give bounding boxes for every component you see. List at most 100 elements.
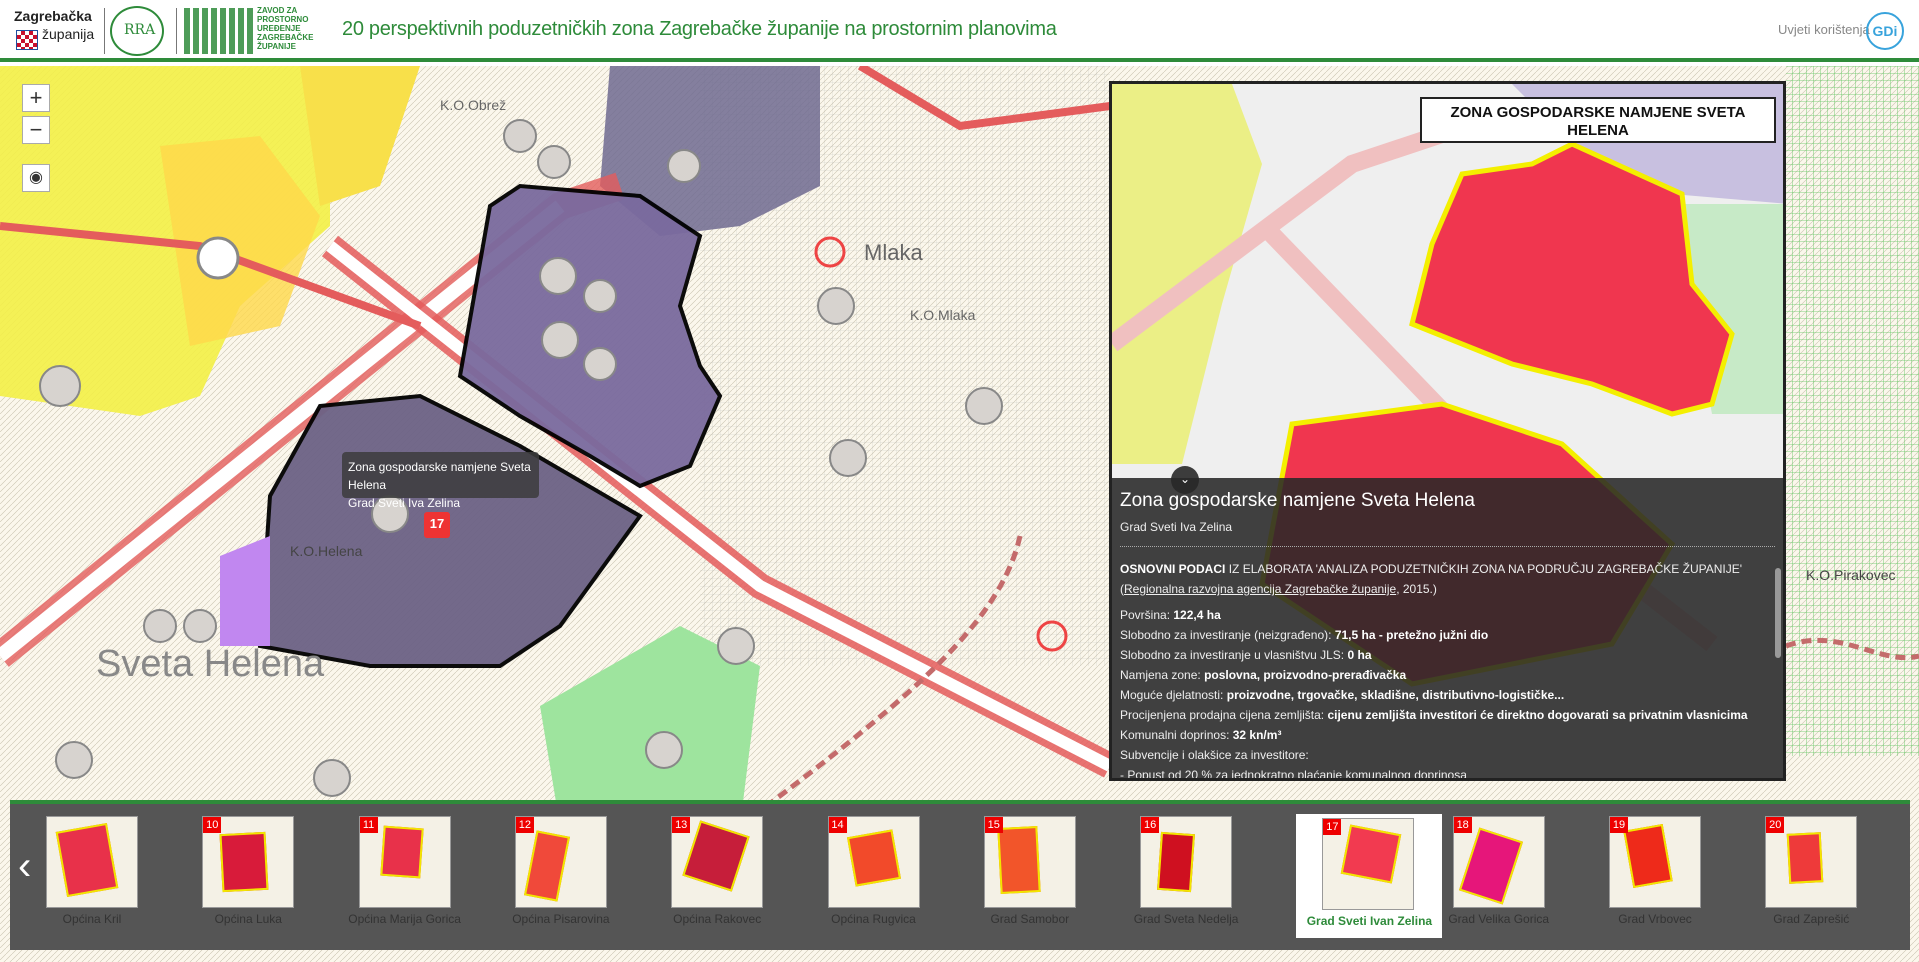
zagrebacka-zupanija-logo[interactable]: Zagrebačka županija: [14, 8, 102, 52]
zpu-logo[interactable]: [184, 8, 254, 54]
carousel-thumbnail[interactable]: 17: [1322, 818, 1415, 910]
osnovni-end: , 2015.): [1396, 582, 1437, 596]
info-row: Slobodno za investiranje u vlasništvu JL…: [1120, 648, 1372, 662]
carousel-item[interactable]: 10 Općina Luka: [202, 816, 295, 936]
zone-shape: [1623, 823, 1673, 889]
app-header: Zagrebačka županija RRA ZAVOD ZA PROSTOR…: [0, 0, 1919, 62]
info-scrollbar[interactable]: [1775, 568, 1781, 658]
zone-detail-panel: ZONA GOSPODARSKE NAMJENE SVETA HELENA ⌄ …: [1109, 81, 1786, 781]
carousel-caption: Općina Luka: [214, 912, 282, 926]
zone-carousel: ‹ Općina Kril 10 Općina Luka 11 Općina Marij…: [10, 800, 1910, 950]
info-row: Komunalni doprinos: 32 kn/m³: [1120, 728, 1282, 742]
zone-tooltip: Zona gospodarske namjene Sveta Helena Gr…: [342, 452, 539, 510]
carousel-thumbnail[interactable]: 20: [1765, 816, 1858, 908]
info-row: Procijenjena prodajna cijena zemljišta: …: [1120, 708, 1748, 722]
zone-title: Zona gospodarske namjene Sveta Helena: [1120, 490, 1475, 511]
globe-icon[interactable]: ◉: [22, 164, 50, 192]
logo-name-line2: županija: [42, 26, 95, 42]
carousel-item[interactable]: 18 Grad Velika Gorica: [1448, 816, 1549, 936]
zone-number-badge: 13: [672, 817, 691, 833]
carousel-thumbnail[interactable]: 19: [1609, 816, 1701, 908]
carousel-caption: Općina Marija Gorica: [348, 912, 461, 926]
zone-shape: [1458, 827, 1523, 905]
info-row: - Popust od 20 % za jednokratno plaćanje…: [1120, 768, 1467, 781]
zone-shape: [1341, 824, 1402, 884]
chevron-down-icon[interactable]: ⌄: [1171, 466, 1199, 494]
carousel-caption: Općina Pisarovina: [512, 912, 610, 926]
zone-shape: [1157, 831, 1196, 893]
osnovni-label: OSNOVNI PODACI: [1120, 562, 1226, 576]
carousel-item[interactable]: 19 Grad Vrbovec: [1609, 816, 1701, 936]
chevron-left-icon[interactable]: ‹: [18, 844, 31, 889]
carousel-item[interactable]: 20 Grad Zaprešić: [1765, 816, 1858, 936]
zoom-out-button[interactable]: −: [22, 116, 50, 144]
rra-logo[interactable]: RRA: [110, 6, 164, 56]
zone-number-badge: 10: [203, 817, 222, 833]
carousel-caption: Općina Rakovec: [673, 912, 762, 926]
zoom-in-button[interactable]: +: [22, 84, 50, 112]
zone-number-badge: 19: [1610, 817, 1628, 833]
carousel-caption: Grad Zaprešić: [1773, 912, 1850, 926]
carousel-thumbnail[interactable]: 13: [671, 816, 764, 908]
carousel-item[interactable]: 11 Općina Marija Gorica: [348, 816, 461, 936]
carousel-item[interactable]: Općina Kril: [46, 816, 138, 936]
zone-info-box: ⌄ Zona gospodarske namjene Sveta Helena …: [1112, 466, 1783, 781]
gdi-logo[interactable]: GDi: [1866, 12, 1904, 50]
map-label-ko-mlaka: K.O.Mlaka: [910, 307, 976, 323]
carousel-thumbnail[interactable]: 16: [1140, 816, 1233, 908]
zone-number-badge: 18: [1453, 817, 1472, 833]
zpu-logo-text: ZAVOD ZA PROSTORNO UREĐENJE ZAGREBAČKE Ž…: [257, 6, 314, 51]
zone-number-badge: 16: [1141, 817, 1160, 833]
info-divider: [1120, 546, 1775, 547]
carousel-caption: Grad Vrbovec: [1618, 912, 1692, 926]
carousel-item[interactable]: 13 Općina Rakovec: [671, 816, 764, 936]
zone-shape: [682, 820, 750, 892]
zone-shape: [846, 829, 901, 887]
zone-number-badge: 11: [359, 817, 378, 833]
carousel-caption: Grad Sveta Nedelja: [1133, 912, 1239, 926]
carousel-item[interactable]: 15 Grad Samobor: [983, 816, 1076, 936]
map-label-sveta-helena: Sveta Helena: [96, 643, 325, 685]
map-label-ko-helena: K.O.Helena: [290, 543, 363, 559]
carousel-thumbnail[interactable]: 12: [514, 816, 607, 908]
page-title: 20 perspektivnih poduzetničkih zona Zagr…: [342, 18, 1057, 40]
header-divider: [104, 8, 105, 54]
map-label-ko-pirakovec: K.O.Pirakovec: [1806, 567, 1895, 583]
carousel-caption: Grad Sveti Ivan Zelina: [1306, 914, 1433, 928]
info-row: Površina: 122,4 ha: [1120, 608, 1221, 622]
zone-subtitle: Grad Sveti Iva Zelina: [1120, 520, 1233, 534]
terms-of-use-link[interactable]: Uvjeti korištenja: [1778, 22, 1870, 37]
carousel-thumbnail[interactable]: 11: [358, 816, 451, 908]
osnovni-podaci-line: OSNOVNI PODACI IZ ELABORATA 'ANALIZA POD…: [1120, 559, 1775, 599]
map-label-mlaka: Mlaka: [864, 240, 923, 265]
carousel-item[interactable]: 16 Grad Sveta Nedelja: [1134, 816, 1238, 936]
carousel-caption: Općina Rugvica: [831, 912, 916, 926]
tooltip-subtitle: Grad Sveti Iva Zelina: [348, 496, 461, 510]
carousel-thumbnail[interactable]: 10: [202, 816, 295, 908]
carousel-caption: Grad Velika Gorica: [1448, 912, 1550, 926]
carousel-thumbnail[interactable]: 18: [1452, 816, 1545, 908]
tooltip-title: Zona gospodarske namjene Sveta Helena: [348, 460, 531, 492]
rra-logo-text: RRA: [124, 22, 156, 38]
carousel-item[interactable]: 12 Općina Pisarovina: [512, 816, 610, 936]
carousel-item[interactable]: 17 Grad Sveti Ivan Zelina: [1296, 814, 1443, 938]
zone-shape: [55, 822, 119, 898]
zone-shape: [523, 830, 570, 902]
header-divider: [176, 8, 177, 54]
info-row: Subvencije i olakšice za investitore:: [1120, 748, 1309, 762]
carousel-thumbnail[interactable]: [46, 816, 138, 908]
zone-number-badge: 12: [515, 817, 534, 833]
rra-link[interactable]: Regionalna razvojna agencija Zagrebačke …: [1124, 582, 1396, 596]
info-row: Slobodno za investiranje (neizgrađeno): …: [1120, 628, 1489, 642]
zone-shape: [1787, 832, 1824, 884]
carousel-thumbnail[interactable]: 14: [827, 816, 920, 908]
zone-number-badge: 20: [1766, 817, 1785, 833]
zone-marker-17[interactable]: 17: [424, 512, 450, 538]
zone-title-box: ZONA GOSPODARSKE NAMJENE SVETA HELENA: [1420, 97, 1776, 143]
coat-of-arms-icon: [16, 30, 38, 50]
carousel-thumbnail[interactable]: 15: [983, 816, 1076, 908]
zone-shape: [379, 825, 424, 879]
logo-name-line1: Zagrebačka: [14, 8, 92, 24]
carousel-item[interactable]: 14 Općina Rugvica: [827, 816, 920, 936]
zone-shape: [219, 831, 269, 893]
